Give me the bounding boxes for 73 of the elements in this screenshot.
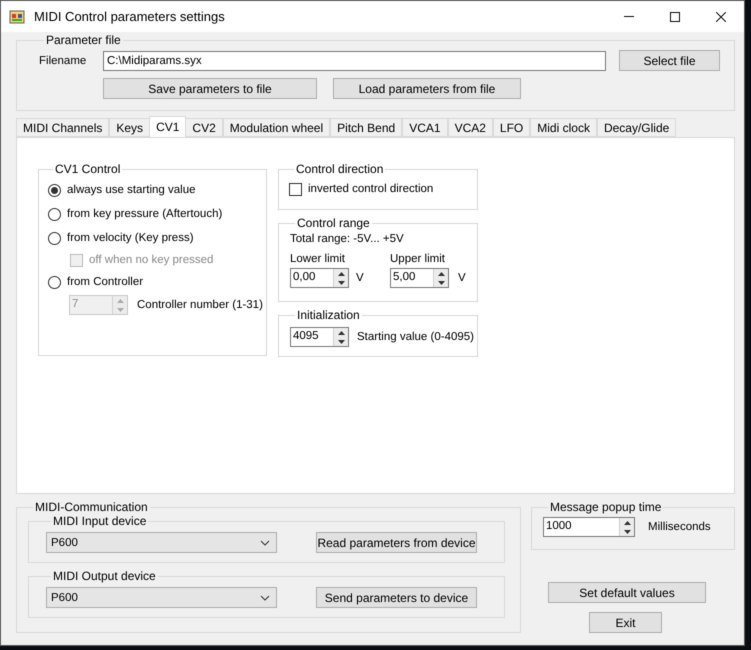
down-arrow-icon	[338, 280, 344, 284]
tab[interactable]: Pitch Bend	[330, 118, 402, 137]
group-title: Control range	[296, 216, 371, 230]
number-spin-field[interactable]: 1000	[543, 517, 635, 537]
spin-up-button[interactable]	[434, 269, 448, 278]
tab[interactable]: CV1	[149, 116, 186, 137]
group-title: Initialization	[296, 308, 361, 322]
up-arrow-icon	[338, 330, 344, 334]
tab[interactable]: VCA1	[402, 118, 448, 137]
unit-label: V	[355, 272, 365, 284]
lower-limit-label: Lower limit	[290, 253, 346, 265]
up-arrow-icon	[338, 272, 344, 276]
minimize-icon	[624, 16, 634, 17]
tab[interactable]: VCA2	[448, 118, 493, 137]
device-dropdown[interactable]: P600	[46, 532, 277, 553]
set-defaults-button[interactable]: Set default values	[548, 582, 706, 603]
device-action-button[interactable]: Read parameters from device	[316, 532, 477, 553]
number-spin-field[interactable]: 5,00	[390, 268, 449, 288]
radio-option[interactable]: always use starting value	[48, 178, 266, 202]
tab[interactable]: MIDI Channels	[16, 118, 110, 137]
number-spin-field[interactable]: 0,00	[290, 268, 349, 288]
filename-label: Filename	[39, 54, 88, 66]
group-title: MIDI Output device	[52, 569, 157, 583]
up-arrow-icon	[624, 520, 630, 524]
up-arrow-icon	[438, 272, 444, 276]
down-arrow-icon	[116, 308, 124, 312]
tab[interactable]: LFO	[492, 118, 530, 137]
app-icon	[9, 8, 25, 24]
chevron-down-icon	[260, 540, 270, 546]
spin-up-button[interactable]	[334, 328, 348, 337]
starting-value-label: Starting value (0-4095)	[357, 331, 474, 343]
filename-field[interactable]: C:\Midiparams.syx	[103, 50, 606, 70]
group-title: Message popup time	[549, 500, 662, 514]
select-file-button[interactable]: Select file	[619, 50, 720, 71]
spin-up-button[interactable]	[620, 518, 634, 527]
close-icon	[716, 12, 726, 22]
window-title: MIDI Control parameters settings	[34, 9, 226, 24]
device-dropdown[interactable]: P600	[46, 587, 277, 608]
tab[interactable]: Midi clock	[530, 118, 597, 137]
group-title: MIDI-Communication	[34, 500, 149, 514]
down-arrow-icon	[338, 340, 344, 344]
spin-down-button[interactable]	[434, 278, 448, 287]
tab[interactable]: Keys	[109, 118, 150, 137]
controller-number-label: Controller number (1-31)	[137, 299, 263, 311]
radio-option[interactable]: from key pressure (Aftertouch)	[48, 202, 266, 226]
maximize-icon	[670, 12, 680, 22]
checkbox-option[interactable]: inverted control direction	[289, 179, 477, 199]
milliseconds-label: Milliseconds	[648, 521, 711, 533]
tab[interactable]: Decay/Glide	[596, 118, 676, 137]
load-button[interactable]: Load parameters from file	[333, 78, 521, 99]
save-button[interactable]: Save parameters to file	[103, 78, 317, 99]
upper-limit-label: Upper limit	[390, 253, 445, 265]
group-title: Parameter file	[45, 33, 122, 47]
tab[interactable]: CV2	[185, 118, 223, 137]
group-title: MIDI Input device	[52, 514, 148, 528]
unit-label: V	[457, 272, 466, 284]
group-title: CV1 Control	[54, 162, 122, 176]
spin-down-button[interactable]	[620, 527, 634, 536]
spin-up-button[interactable]	[334, 269, 348, 278]
down-arrow-icon	[438, 280, 444, 284]
exit-button[interactable]: Exit	[589, 612, 662, 633]
up-arrow-icon	[116, 298, 124, 302]
chevron-down-icon	[260, 594, 270, 600]
total-range-label: Total range: -5V... +5V	[290, 233, 405, 245]
number-spin-field[interactable]: 4095	[290, 327, 349, 347]
spin-down-button[interactable]	[334, 278, 348, 287]
radio-option[interactable]: from Controller	[48, 270, 266, 294]
device-action-button[interactable]: Send parameters to device	[316, 587, 477, 608]
tab[interactable]: Modulation wheel	[222, 118, 330, 137]
down-arrow-icon	[624, 530, 630, 534]
group-title: Control direction	[295, 162, 384, 176]
spin-down-button[interactable]	[334, 337, 348, 346]
radio-option[interactable]: from velocity (Key press)	[48, 226, 266, 250]
